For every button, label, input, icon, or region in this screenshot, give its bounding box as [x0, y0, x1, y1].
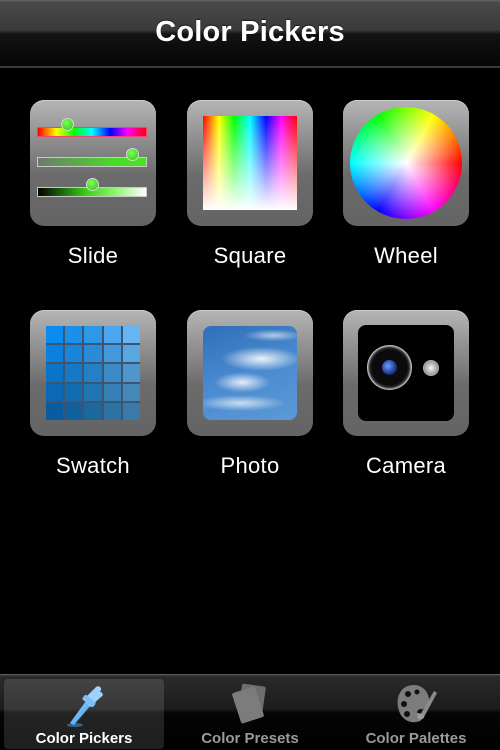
swatch-cell [103, 402, 121, 420]
page-title: Color Pickers [155, 16, 345, 48]
color-wheel-icon [343, 100, 469, 226]
sliders-icon [30, 100, 156, 226]
picker-photo[interactable]: Photo [185, 310, 315, 479]
picker-label: Photo [220, 453, 280, 478]
swatch-cell [122, 383, 140, 401]
swatch-cell [46, 383, 64, 401]
lightness-knob [85, 178, 99, 191]
picker-camera[interactable]: Camera [341, 310, 471, 479]
photo-icon [187, 310, 313, 436]
swatch-grid [46, 326, 140, 420]
color-square-gradient [203, 116, 297, 210]
swatch-cell [65, 402, 83, 420]
swatch-cell [65, 326, 83, 344]
picker-label: Swatch [56, 453, 130, 478]
camera-icon [343, 310, 469, 436]
tab-color-palettes[interactable]: Color Palettes [336, 679, 496, 749]
swatch-cell [122, 364, 140, 382]
swatch-cell [65, 345, 83, 363]
eyedropper-icon [67, 686, 103, 727]
tab-label: Color Palettes [365, 730, 467, 747]
picker-label: Camera [365, 453, 447, 478]
color-square-icon [187, 100, 313, 226]
swatch-grid-icon [30, 310, 156, 436]
picker-slide[interactable]: Slide [28, 100, 158, 269]
swatch-cell [84, 345, 102, 363]
swatch-cell [65, 364, 83, 382]
swatch-cell [46, 345, 64, 363]
lens-center [382, 360, 397, 375]
hue-bar [37, 127, 147, 137]
tab-label: Color Presets [201, 730, 299, 747]
swatch-cell [46, 326, 64, 344]
tab-label: Color Pickers [35, 730, 133, 747]
swatch-cell [65, 383, 83, 401]
picker-swatch[interactable]: Swatch [28, 310, 158, 479]
swatch-cell [84, 326, 102, 344]
navigation-bar: Color Pickers [0, 0, 500, 68]
color-wheel [350, 107, 462, 219]
swatch-cell [103, 326, 121, 344]
picker-label: Wheel [374, 243, 438, 268]
swatch-cell [84, 364, 102, 382]
picker-grid: Slide Square Wheel Swatch Photo Camera [0, 68, 500, 674]
tab-bar: Color Pickers Color Presets Color Palett… [0, 674, 500, 750]
cards-icon [232, 683, 266, 724]
picker-square[interactable]: Square [185, 100, 315, 269]
tab-color-presets[interactable]: Color Presets [170, 679, 330, 749]
palette-icon [397, 685, 437, 723]
swatch-cell [122, 345, 140, 363]
picker-label: Slide [67, 243, 119, 268]
swatch-cell [103, 345, 121, 363]
camera-flash-icon [423, 360, 439, 376]
swatch-cell [46, 402, 64, 420]
swatch-cell [122, 326, 140, 344]
swatch-cell [103, 364, 121, 382]
sky-photo [203, 326, 297, 420]
swatch-cell [103, 383, 121, 401]
tab-color-pickers[interactable]: Color Pickers [4, 679, 164, 749]
picker-label: Square [213, 243, 287, 268]
swatch-cell [84, 402, 102, 420]
picker-wheel[interactable]: Wheel [341, 100, 471, 269]
swatch-cell [122, 402, 140, 420]
swatch-cell [46, 364, 64, 382]
swatch-cell [84, 383, 102, 401]
